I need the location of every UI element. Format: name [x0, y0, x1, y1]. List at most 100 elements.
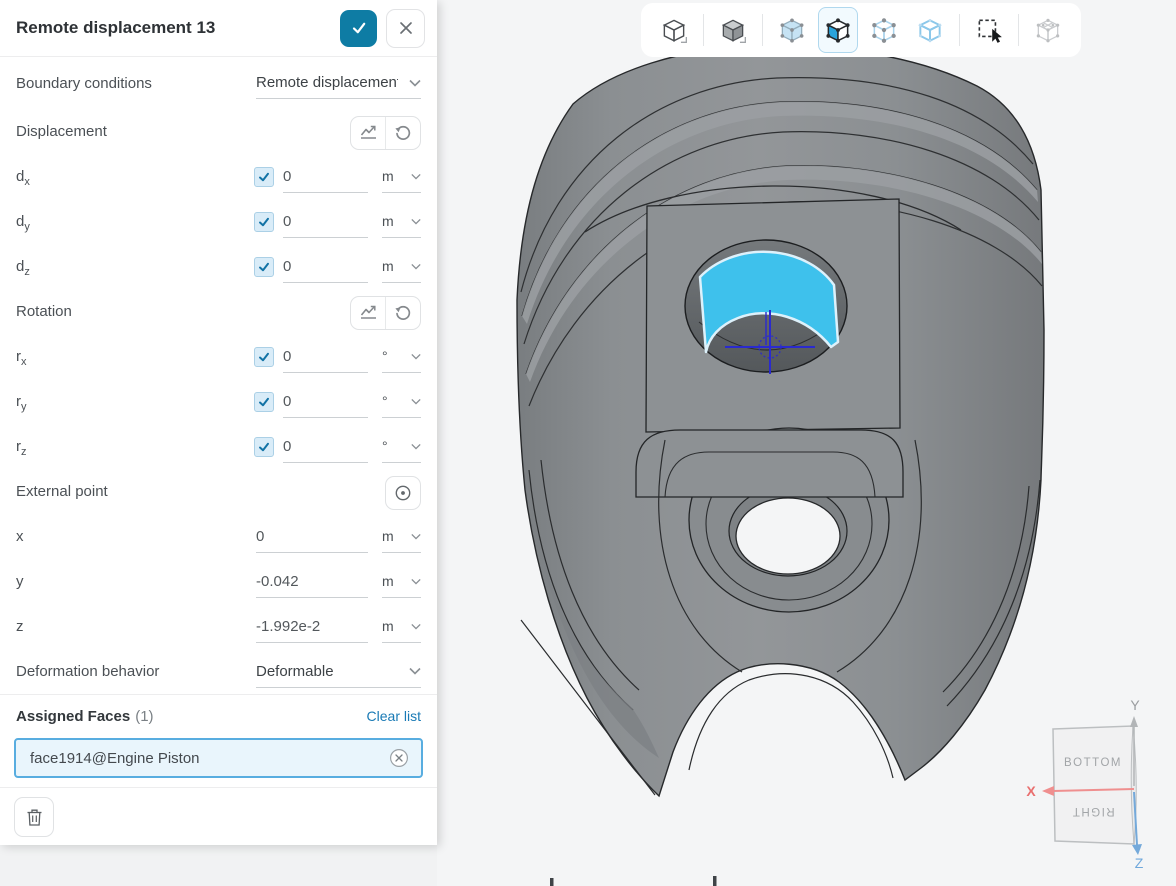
check-icon — [350, 19, 368, 37]
external-point-header-row: External point — [0, 469, 437, 514]
rotation-tools — [350, 296, 421, 330]
deformation-behavior-label: Deformation behavior — [16, 663, 159, 680]
select-edge-button[interactable] — [910, 7, 950, 53]
chart-input-button[interactable] — [351, 117, 385, 149]
rx-checkbox[interactable] — [254, 347, 274, 367]
view-shaded-button[interactable] — [713, 7, 753, 53]
dy-checkbox[interactable] — [254, 212, 274, 232]
box-select-button[interactable] — [969, 7, 1009, 53]
chevron-down-icon — [411, 218, 421, 225]
boundary-conditions-select[interactable]: Remote displacement — [256, 67, 421, 99]
dy-unit-select[interactable]: m — [382, 206, 421, 238]
viewport-3d[interactable]: BOTTOM RIGHT Y X Z — [437, 0, 1176, 886]
select-vertex-icon — [869, 15, 899, 45]
rz-input[interactable]: 0 — [283, 431, 368, 463]
viewer-toolbar — [641, 3, 1081, 57]
ry-unit-select[interactable]: ° — [382, 386, 421, 418]
bottom-clip-mark — [713, 876, 717, 886]
point-y-unit-select[interactable]: m — [382, 566, 421, 598]
view-wireframe-icon — [659, 15, 689, 45]
ry-checkbox[interactable] — [254, 392, 274, 412]
reset-icon — [394, 124, 412, 142]
reset-button[interactable] — [385, 297, 420, 329]
delete-button[interactable] — [14, 797, 54, 837]
checkbox-check-icon — [258, 171, 270, 183]
remote-displacement-panel: Remote displacement 13 Boundary conditio… — [0, 0, 437, 845]
remove-face-button[interactable] — [389, 748, 409, 768]
assigned-faces-list: face1914@Engine Piston — [0, 736, 437, 787]
close-button[interactable] — [386, 9, 425, 48]
chart-icon — [359, 124, 378, 141]
select-face-button[interactable] — [818, 7, 858, 53]
point-z-row: z -1.992e-2 m — [0, 604, 437, 649]
assigned-face-name: face1914@Engine Piston — [30, 750, 200, 767]
reset-icon — [394, 304, 412, 322]
point-x-input[interactable]: 0 — [256, 521, 368, 553]
rotation-label: Rotation — [16, 303, 72, 320]
deformation-behavior-value: Deformable — [256, 663, 334, 680]
point-z-unit-select[interactable]: m — [382, 611, 421, 643]
boundary-conditions-label: Boundary conditions — [16, 75, 152, 92]
dx-input[interactable]: 0 — [283, 161, 368, 193]
axis-x-arrow — [1042, 786, 1054, 796]
point-x-unit-select[interactable]: m — [382, 521, 421, 553]
dx-unit-select[interactable]: m — [382, 161, 421, 193]
ry-row: ry 0 ° — [0, 379, 437, 424]
rx-row: rx 0 ° — [0, 334, 437, 379]
dx-checkbox[interactable] — [254, 167, 274, 187]
select-vertex-button[interactable] — [864, 7, 904, 53]
dz-checkbox[interactable] — [254, 257, 274, 277]
checkbox-check-icon — [258, 351, 270, 363]
chart-input-button[interactable] — [351, 297, 385, 329]
view-cube-bottom-label[interactable]: BOTTOM — [1064, 757, 1122, 769]
trash-icon — [26, 808, 43, 827]
axis-y-arrow — [1130, 716, 1138, 727]
rz-checkbox[interactable] — [254, 437, 274, 457]
rz-unit-select[interactable]: ° — [382, 431, 421, 463]
clear-list-link[interactable]: Clear list — [367, 708, 421, 724]
chevron-down-icon — [409, 79, 421, 87]
view-cube[interactable]: BOTTOM RIGHT Y X Z — [1026, 697, 1143, 871]
point-x-label: x — [16, 528, 24, 545]
rx-input[interactable]: 0 — [283, 341, 368, 373]
toolbar-separator — [762, 14, 763, 46]
chevron-down-icon — [411, 623, 421, 630]
deformation-behavior-select[interactable]: Deformable — [256, 656, 421, 688]
point-y-input[interactable]: -0.042 — [256, 566, 368, 598]
rotation-header-row: Rotation — [0, 289, 437, 334]
dz-input[interactable]: 0 — [283, 251, 368, 283]
select-face-icon — [823, 15, 853, 45]
chevron-down-icon — [411, 443, 421, 450]
axis-y-label: Y — [1130, 697, 1140, 713]
dy-row: dy 0 m — [0, 199, 437, 244]
ry-input[interactable]: 0 — [283, 386, 368, 418]
axis-z-label: Z — [1135, 855, 1144, 871]
rx-unit-select[interactable]: ° — [382, 341, 421, 373]
bottom-clip-mark — [550, 878, 554, 886]
chevron-down-icon — [411, 263, 421, 270]
point-z-input[interactable]: -1.992e-2 — [256, 611, 368, 643]
checkbox-check-icon — [258, 396, 270, 408]
apply-button[interactable] — [340, 10, 377, 47]
select-mesh-entity-button[interactable] — [1028, 7, 1068, 53]
pick-point-button[interactable] — [385, 476, 421, 510]
dx-row: dx 0 m — [0, 154, 437, 199]
close-icon — [399, 21, 413, 35]
select-edge-icon — [915, 15, 945, 45]
chart-icon — [359, 304, 378, 321]
assigned-face-item[interactable]: face1914@Engine Piston — [14, 738, 423, 778]
point-target-icon — [394, 484, 412, 502]
dz-unit-select[interactable]: m — [382, 251, 421, 283]
dy-input[interactable]: 0 — [283, 206, 368, 238]
reset-button[interactable] — [385, 117, 420, 149]
chevron-down-icon — [411, 398, 421, 405]
select-volume-button[interactable] — [772, 7, 812, 53]
view-cube-right-label[interactable]: RIGHT — [1071, 805, 1114, 817]
assigned-faces-label: Assigned Faces — [16, 708, 130, 725]
axis-z-arrow — [1132, 844, 1142, 855]
assigned-faces-count: (1) — [135, 708, 153, 725]
deformation-behavior-row: Deformation behavior Deformable — [0, 649, 437, 694]
piston-model[interactable]: BOTTOM RIGHT Y X Z — [437, 0, 1176, 886]
view-wireframe-button[interactable] — [654, 7, 694, 53]
view-shaded-icon — [718, 15, 748, 45]
